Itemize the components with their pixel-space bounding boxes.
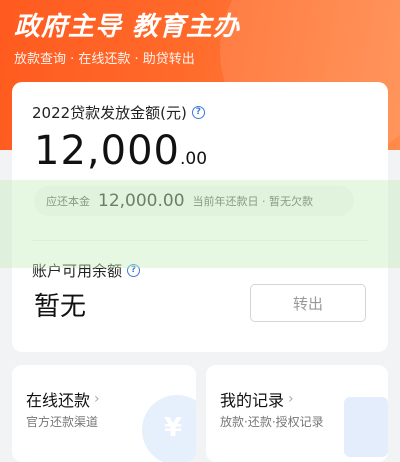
loan-amount: 12,000.00 bbox=[34, 128, 207, 174]
online-repay-subtitle: 官方还款渠道 bbox=[26, 415, 99, 429]
online-repay-card[interactable]: ¥ 在线还款 › 官方还款渠道 bbox=[12, 365, 196, 462]
loan-amount-decimal: .00 bbox=[179, 149, 208, 169]
my-records-title: 我的记录 bbox=[220, 391, 285, 410]
online-repay-title-row: 在线还款 › bbox=[26, 387, 100, 411]
loan-amount-label: 2022贷款发放金额(元) bbox=[32, 104, 187, 122]
hero-subtitle: 放款查询 · 在线还款 · 助贷转出 bbox=[14, 52, 195, 67]
chevron-right-icon: › bbox=[288, 391, 294, 407]
my-records-card[interactable]: 我的记录 › 放款·还款·授权记录 bbox=[206, 365, 388, 462]
chevron-right-icon: › bbox=[94, 391, 100, 407]
hero-title: 政府主导 教育主办 bbox=[14, 12, 241, 42]
help-icon[interactable]: ? bbox=[191, 106, 205, 119]
loan-amount-integer: 12,000 bbox=[34, 128, 180, 174]
online-repay-title: 在线还款 bbox=[26, 391, 91, 410]
document-icon bbox=[344, 397, 388, 457]
available-balance-value: 暂无 bbox=[34, 292, 87, 322]
yuan-coin-icon: ¥ bbox=[142, 395, 196, 462]
my-records-title-row: 我的记录 › bbox=[220, 387, 294, 411]
my-records-subtitle: 放款·还款·授权记录 bbox=[220, 415, 324, 429]
overlay-band bbox=[0, 180, 400, 268]
transfer-out-button[interactable]: 转出 bbox=[250, 284, 366, 322]
loan-amount-label-row: 2022贷款发放金额(元) ? bbox=[32, 102, 205, 123]
